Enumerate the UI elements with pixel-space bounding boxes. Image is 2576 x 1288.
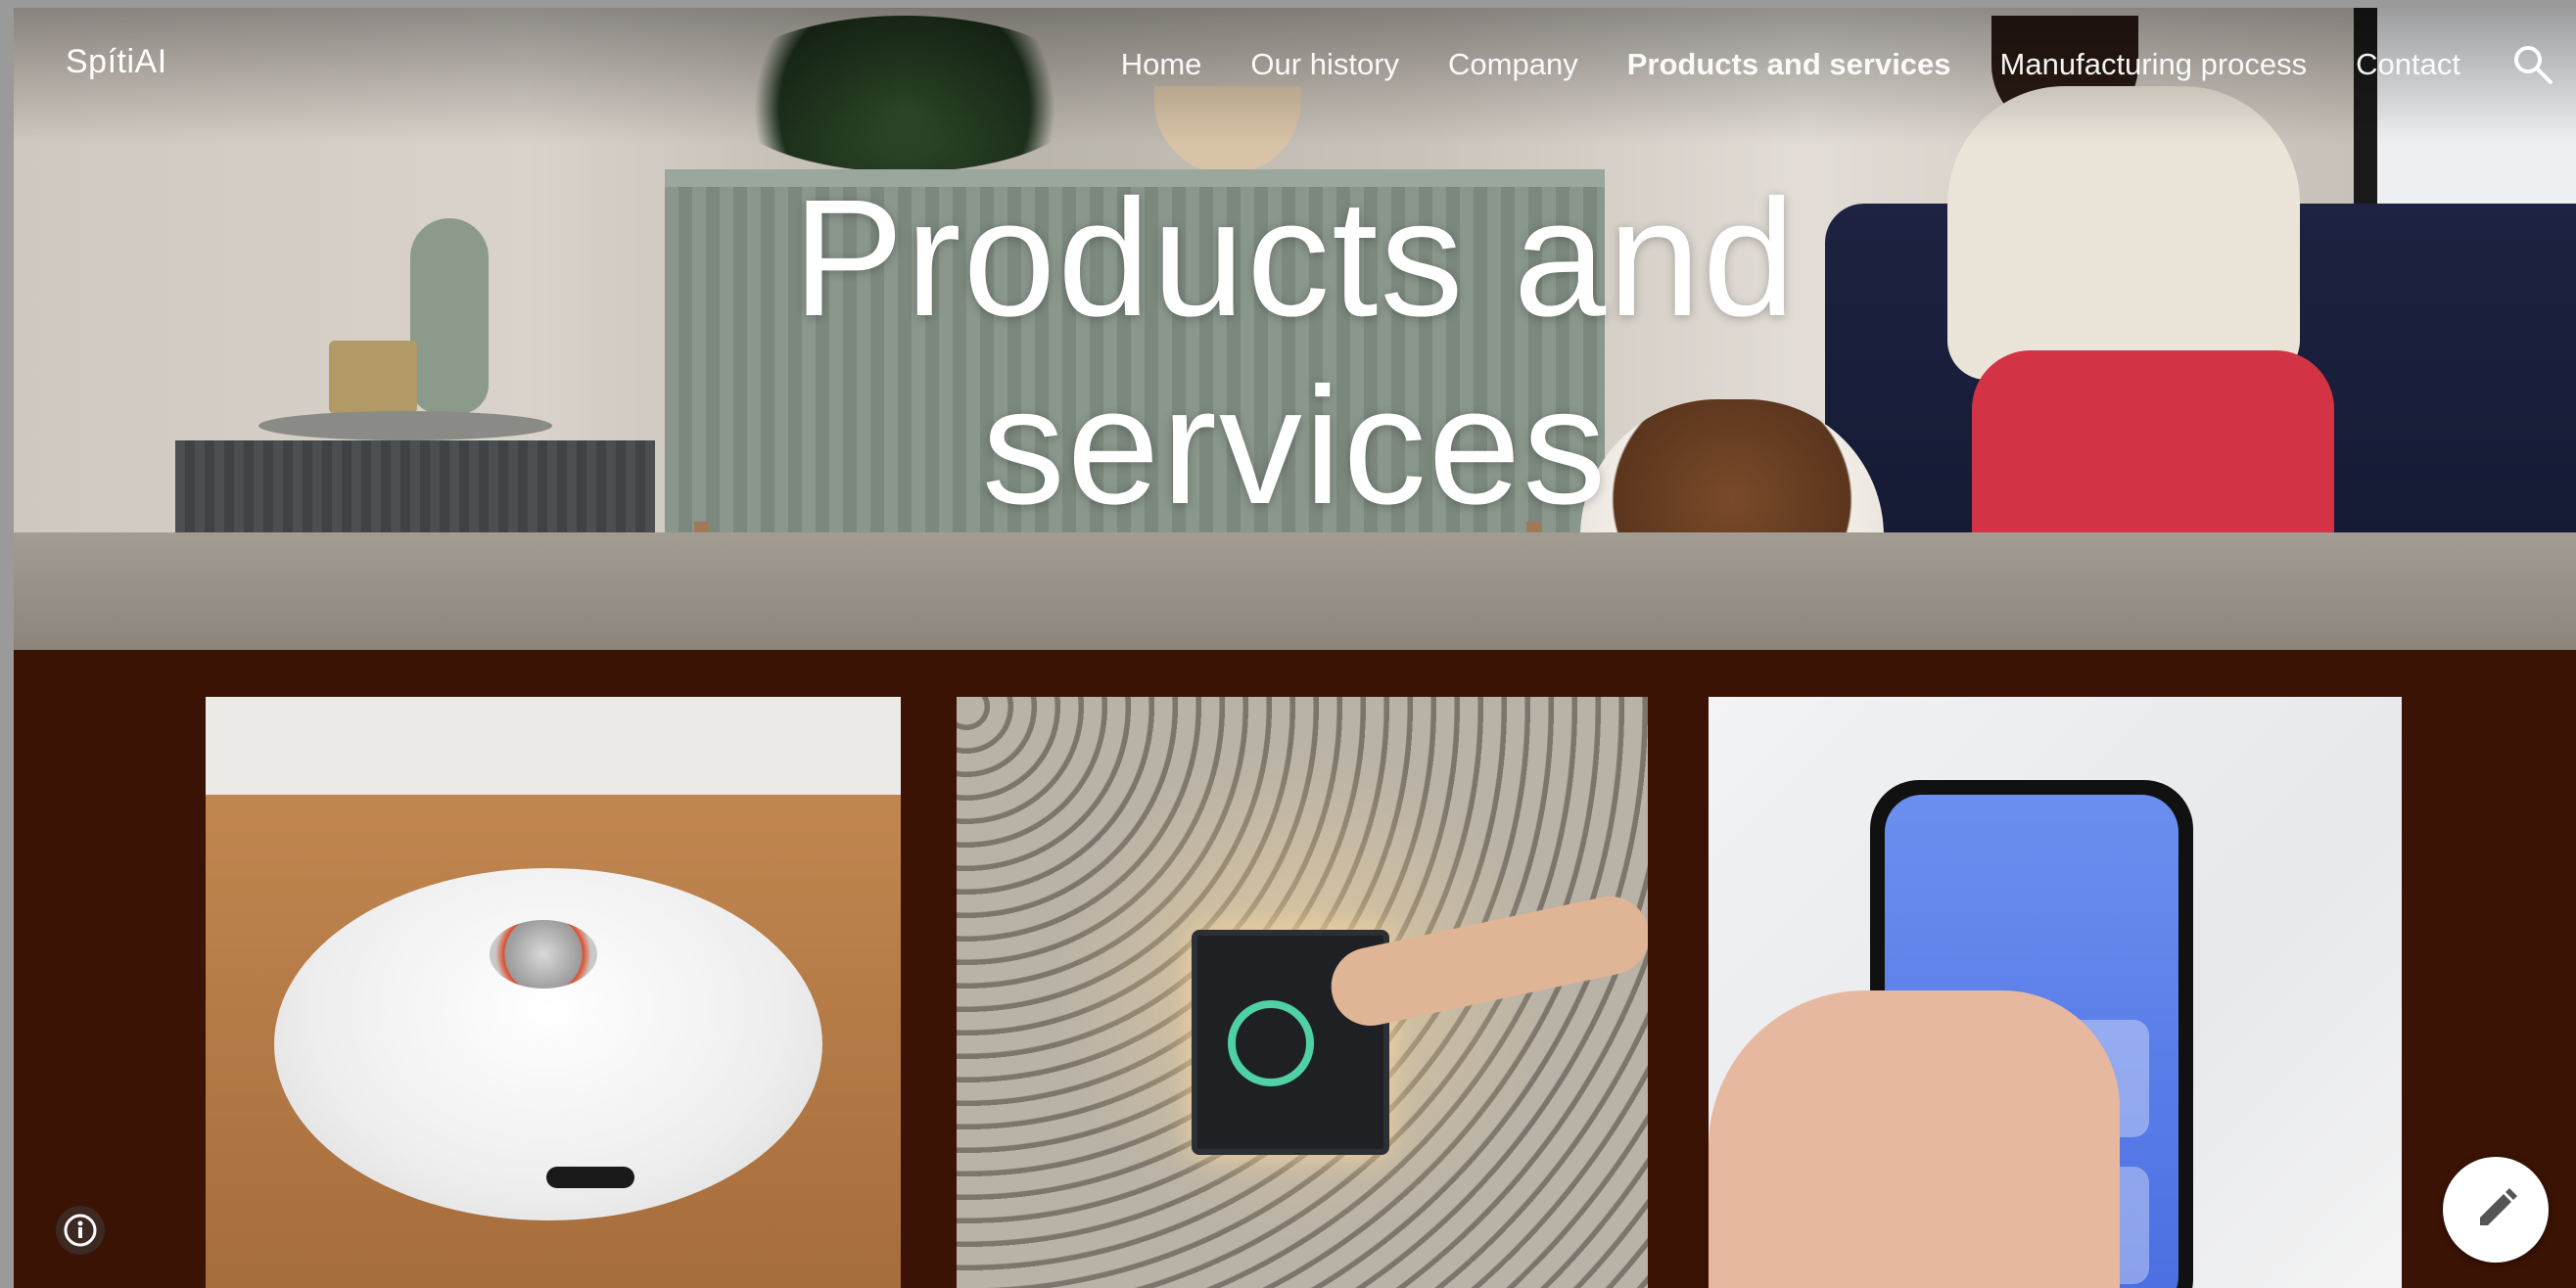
floor <box>14 532 2576 650</box>
main-nav: Home Our history Company Products and se… <box>1121 47 2460 82</box>
nav-item-home[interactable]: Home <box>1121 47 1202 82</box>
hand-touching-panel <box>1324 889 1648 1034</box>
page-title: Products and services <box>14 164 2576 540</box>
info-icon[interactable] <box>56 1206 105 1255</box>
hand-holding-phone <box>1709 990 2120 1288</box>
product-image-smartphone-app[interactable] <box>1709 697 2402 1288</box>
robot-slot <box>546 1167 634 1188</box>
edit-button[interactable] <box>2443 1157 2549 1263</box>
pencil-icon <box>2480 1188 2517 1225</box>
robot-lidar <box>490 920 597 989</box>
page-title-line2: services <box>981 353 1609 539</box>
nav-item-contact[interactable]: Contact <box>2356 47 2460 82</box>
top-navigation-bar: SpítiAI Home Our history Company Product… <box>14 8 2576 115</box>
page-title-line1: Products and <box>792 165 1798 351</box>
nav-item-our-history[interactable]: Our history <box>1250 47 1399 82</box>
nav-item-company[interactable]: Company <box>1448 47 1578 82</box>
product-image-wall-panel[interactable] <box>957 697 1648 1288</box>
site-title[interactable]: SpítiAI <box>66 43 167 81</box>
nav-item-products-and-services[interactable]: Products and services <box>1627 47 1951 82</box>
product-image-robot-vacuum[interactable] <box>206 697 901 1288</box>
search-icon[interactable] <box>2511 43 2554 86</box>
nav-item-manufacturing-process[interactable]: Manufacturing process <box>2000 47 2308 82</box>
